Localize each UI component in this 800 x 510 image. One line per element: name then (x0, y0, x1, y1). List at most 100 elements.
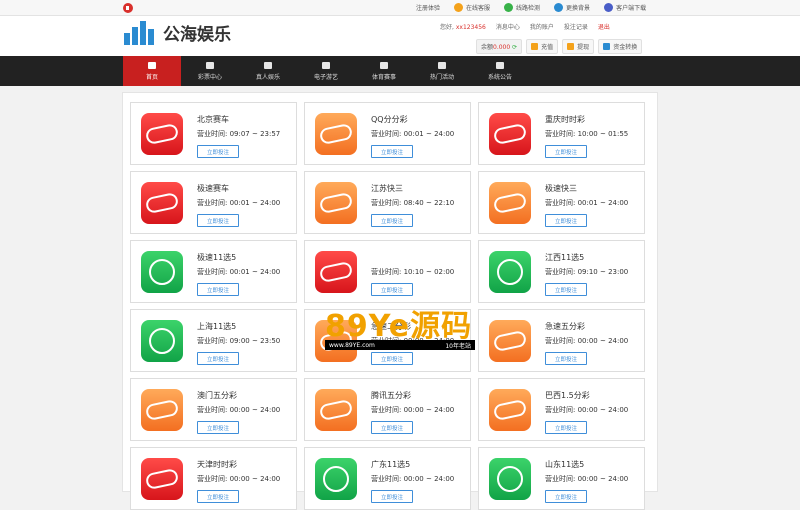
bet-now-button[interactable]: 立即投注 (545, 490, 587, 503)
building-logo-icon (124, 20, 158, 45)
lottery-card[interactable]: 江苏快三 营业时间: 08:40 ~ 22:10 立即投注 (304, 171, 471, 234)
lottery-logo-icon[interactable] (141, 458, 183, 500)
lottery-card[interactable]: 极速快三营业时间: 00:01 ~ 24:00 立即投注 (478, 171, 645, 234)
nav-promotions[interactable]: 热门活动 (413, 56, 471, 86)
casino-chip-icon (264, 61, 272, 69)
lottery-card[interactable]: 北京赛车 营业时间: 09:07 ~ 23:57 立即投注 (130, 102, 297, 165)
lottery-logo-icon[interactable] (141, 113, 183, 155)
bet-now-button[interactable]: 立即投注 (197, 421, 239, 434)
link-account[interactable]: 我的账户 (530, 22, 554, 31)
lottery-logo-icon[interactable] (141, 182, 183, 224)
lottery-card[interactable]: 天津时时彩 营业时间: 00:00 ~ 24:00 立即投注 (130, 447, 297, 510)
top-link-line-check[interactable]: 线路检测 (504, 3, 540, 12)
lottery-card[interactable]: 澳门五分彩 营业时间: 00:00 ~ 24:00 立即投注 (130, 378, 297, 441)
bet-now-button[interactable]: 立即投注 (371, 352, 413, 365)
bet-now-button[interactable]: 立即投注 (371, 421, 413, 434)
bet-now-button[interactable]: 立即投注 (371, 490, 413, 503)
lottery-logo-icon[interactable] (315, 251, 357, 293)
lottery-hours: 营业时间: 00:00 ~ 24:00 (545, 475, 629, 483)
lottery-name: 澳门五分彩 (197, 391, 237, 400)
bet-now-button[interactable]: 立即投注 (545, 214, 587, 227)
bet-now-button[interactable]: 立即投注 (545, 352, 587, 365)
nav-sports[interactable]: 体育赛事 (355, 56, 413, 86)
bet-now-button[interactable]: 立即投注 (197, 145, 239, 158)
lottery-logo-icon[interactable] (489, 458, 531, 500)
lottery-card[interactable]: 极速赛车 营业时间: 00:01 ~ 24:00 立即投注 (130, 171, 297, 234)
slot-icon (322, 61, 330, 69)
nav-live-casino[interactable]: 真人娱乐 (239, 56, 297, 86)
lottery-logo-icon[interactable] (141, 389, 183, 431)
lottery-hours: 营业时间: 00:01 ~ 24:00 (371, 130, 455, 138)
link-messages[interactable]: 消息中心 (496, 22, 520, 31)
top-link-service[interactable]: 在线客服 (454, 3, 490, 12)
lottery-logo-icon[interactable] (141, 320, 183, 362)
watermark-text: 89Ye源码 (325, 309, 473, 344)
lottery-logo-icon[interactable] (489, 251, 531, 293)
nav-home[interactable]: 首页 (123, 56, 181, 86)
wallet-icon (531, 43, 539, 50)
palette-icon (554, 3, 564, 12)
link-bet-records[interactable]: 投注记录 (564, 22, 588, 31)
site-logo[interactable]: 公海娱乐 (124, 20, 231, 45)
lottery-logo-icon[interactable] (315, 389, 357, 431)
lottery-logo-icon[interactable] (489, 113, 531, 155)
transfer-button[interactable]: 资金转换 (598, 39, 643, 54)
notice-icon (496, 61, 504, 69)
lottery-card[interactable]: 重庆时时彩 营业时间: 10:00 ~ 01:55 立即投注 (478, 102, 645, 165)
lottery-logo-icon[interactable] (489, 182, 531, 224)
deposit-button[interactable]: 充值 (526, 39, 559, 54)
bet-now-button[interactable]: 立即投注 (545, 283, 587, 296)
nav-slots[interactable]: 电子游艺 (297, 56, 355, 86)
lottery-name: 上海11选5 (197, 322, 237, 331)
lottery-card[interactable]: 广东11选5 营业时间: 00:00 ~ 24:00 立即投注 (304, 447, 471, 510)
lottery-logo-icon[interactable] (141, 251, 183, 293)
greeting: 您好, xx123456 (440, 24, 486, 31)
nav-announcements[interactable]: 系统公告 (471, 56, 529, 86)
lottery-hours: 营业时间: 00:01 ~ 24:00 (545, 199, 629, 207)
lottery-logo-icon[interactable] (315, 458, 357, 500)
balance-display: 余额0.000 ⟳ (476, 39, 523, 54)
watermark-tag: 10年老站 (445, 342, 471, 350)
lottery-hours: 营业时间: 00:01 ~ 24:00 (197, 199, 281, 207)
bet-now-button[interactable]: 立即投注 (197, 283, 239, 296)
lottery-card[interactable]: 上海11选5 营业时间: 09:00 ~ 23:50 立即投注 (130, 309, 297, 372)
bet-now-button[interactable]: 立即投注 (371, 283, 413, 296)
top-link-background[interactable]: 更换背景 (554, 3, 590, 12)
nav-lottery[interactable]: 彩票中心 (181, 56, 239, 86)
lottery-logo-icon[interactable] (315, 113, 357, 155)
lottery-card[interactable]: 腾讯五分彩 营业时间: 00:00 ~ 24:00 立即投注 (304, 378, 471, 441)
lottery-hours: 营业时间: 00:01 ~ 24:00 (197, 268, 281, 276)
lottery-logo-icon[interactable] (489, 389, 531, 431)
refresh-icon: ⟳ (512, 44, 518, 51)
lottery-card[interactable]: 极速11选5 营业时间: 00:01 ~ 24:00 立即投注 (130, 240, 297, 303)
home-icon (148, 61, 156, 69)
lottery-card[interactable]: 急速五分彩 营业时间: 00:00 ~ 24:00 立即投注 (478, 309, 645, 372)
withdraw-button[interactable]: 提现 (562, 39, 595, 54)
bet-now-button[interactable]: 立即投注 (545, 145, 587, 158)
lottery-hours: 营业时间: 00:00 ~ 24:00 (371, 475, 455, 483)
logout-link[interactable]: 退出 (598, 22, 610, 31)
lottery-card[interactable]: 巴西1.5分彩 营业时间: 00:00 ~ 24:00 立即投注 (478, 378, 645, 441)
lottery-logo-icon[interactable] (489, 320, 531, 362)
lottery-logo-icon[interactable] (315, 182, 357, 224)
bet-now-button[interactable]: 立即投注 (197, 352, 239, 365)
bet-now-button[interactable]: 立即投注 (545, 421, 587, 434)
download-icon (604, 3, 614, 12)
bet-now-button[interactable]: 立即投注 (371, 145, 413, 158)
main-nav: 首页 彩票中心 真人娱乐 电子游艺 体育赛事 热门活动 系统公告 (0, 56, 800, 86)
top-link-register[interactable]: 注册体验 (416, 3, 440, 12)
lottery-card[interactable]: 江西11选5 营业时间: 09:10 ~ 23:00 立即投注 (478, 240, 645, 303)
lottery-hours: 营业时间: 10:10 ~ 02:00 (371, 268, 455, 276)
speaker-icon[interactable] (123, 3, 133, 13)
top-link-download[interactable]: 客户端下载 (604, 3, 646, 12)
lottery-hours: 营业时间: 00:00 ~ 24:00 (371, 406, 455, 414)
bet-now-button[interactable]: 立即投注 (197, 490, 239, 503)
bet-now-button[interactable]: 立即投注 (197, 214, 239, 227)
lottery-name: 极速快三 (545, 184, 577, 193)
lottery-card[interactable]: 山东11选5 营业时间: 00:00 ~ 24:00 立即投注 (478, 447, 645, 510)
lottery-hours: 营业时间: 08:40 ~ 22:10 (371, 199, 455, 207)
lottery-card[interactable]: 营业时间: 10:10 ~ 02:00 立即投注 (304, 240, 471, 303)
lottery-card[interactable]: QQ分分彩 营业时间: 00:01 ~ 24:00 立即投注 (304, 102, 471, 165)
bet-now-button[interactable]: 立即投注 (371, 214, 413, 227)
watermark-url: www.89YE.com (329, 341, 375, 349)
